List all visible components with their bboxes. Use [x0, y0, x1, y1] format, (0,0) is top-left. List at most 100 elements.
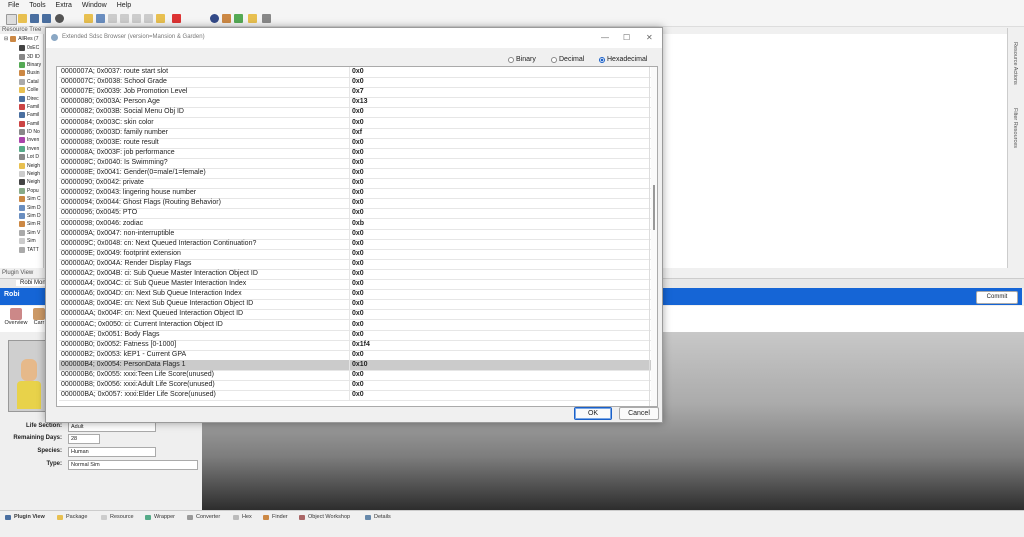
field-value[interactable]: 0x13	[352, 97, 368, 107]
tree-item[interactable]: Famil	[0, 103, 43, 111]
field-value[interactable]: 0xb	[352, 219, 364, 229]
field-value[interactable]: 0x10	[352, 360, 368, 370]
globe-icon[interactable]	[210, 14, 219, 23]
field-value[interactable]: 0x0	[352, 229, 364, 239]
ok-button[interactable]: OK	[574, 407, 612, 420]
minimize-icon[interactable]: —	[601, 33, 609, 42]
close-icon[interactable]: ✕	[646, 33, 653, 42]
field-value[interactable]: 0x7	[352, 87, 364, 97]
tree-item[interactable]: Sim C	[0, 195, 43, 203]
tree-item[interactable]: 3D ID	[0, 52, 43, 60]
tree-item[interactable]: Sim	[0, 237, 43, 245]
field-value[interactable]: 0x1f4	[352, 340, 370, 350]
field-value[interactable]: 0x0	[352, 239, 364, 249]
delete-icon[interactable]	[172, 14, 181, 23]
menu-file[interactable]: File	[8, 0, 19, 12]
hex-icon[interactable]	[262, 14, 271, 23]
tab-resource-actions[interactable]: Resource Actions	[1012, 42, 1018, 85]
field-value[interactable]: 0x0	[352, 77, 364, 87]
menu-extra[interactable]: Extra	[56, 0, 72, 12]
field-value[interactable]: 0x0	[352, 279, 364, 289]
menu-window[interactable]: Window	[82, 0, 107, 12]
cancel-button[interactable]: Cancel	[619, 407, 659, 420]
tree-item[interactable]: Famil	[0, 120, 43, 128]
tree-item[interactable]: TATT	[0, 245, 43, 253]
field-value[interactable]: 0x0	[352, 330, 364, 340]
tree-item[interactable]: Sim V	[0, 229, 43, 237]
field-value[interactable]: 0x0	[352, 350, 364, 360]
career-button[interactable]: Carr	[32, 308, 46, 330]
life-section-select[interactable]: Adult	[68, 422, 156, 432]
tab-object-workshop[interactable]: Object Workshop	[298, 513, 350, 522]
tree-item[interactable]: Popu	[0, 187, 43, 195]
tab-converter[interactable]: Converter	[186, 513, 220, 522]
field-value[interactable]: 0x0	[352, 249, 364, 259]
field-value[interactable]: 0x0	[352, 370, 364, 380]
tree-root[interactable]: ⊟ AllRes (7	[0, 34, 43, 44]
resource-tree[interactable]: ⊟ AllRes (7 0xEC 3D ID Binary Busin Catal Coll…	[0, 34, 44, 268]
tree-item[interactable]: Sim R	[0, 220, 43, 228]
tab-filter-resources[interactable]: Filter Resources	[1012, 108, 1018, 148]
tree-item[interactable]: Colle	[0, 86, 43, 94]
field-value[interactable]: 0x0	[352, 138, 364, 148]
field-value[interactable]: 0x0	[352, 390, 364, 400]
field-value[interactable]: 0x0	[352, 299, 364, 309]
open-icon[interactable]	[18, 14, 27, 23]
maximize-icon[interactable]: ☐	[623, 33, 630, 42]
tree-item[interactable]: Neigh	[0, 178, 43, 186]
duplicate-icon[interactable]	[132, 14, 141, 23]
table-row[interactable]: 000000BA; 0x0057: xxxi:Elder Life Score(…	[59, 390, 656, 402]
field-value[interactable]: 0x0	[352, 208, 364, 218]
new-icon[interactable]	[6, 14, 17, 25]
replace-icon[interactable]	[144, 14, 153, 23]
finder-icon[interactable]	[234, 14, 243, 23]
tree-item[interactable]: 0xEC	[0, 44, 43, 52]
commit-button[interactable]: Commit	[976, 291, 1018, 304]
tree-item[interactable]: Neigh	[0, 161, 43, 169]
tree-item[interactable]: Inven	[0, 136, 43, 144]
field-value[interactable]: 0x0	[352, 198, 364, 208]
package-icon[interactable]	[96, 14, 105, 23]
field-value[interactable]: 0x0	[352, 380, 364, 390]
field-value[interactable]: 0x0	[352, 178, 364, 188]
type-select[interactable]: Normal Sim	[68, 460, 198, 470]
field-value[interactable]: 0x0	[352, 309, 364, 319]
lock-icon[interactable]	[248, 14, 257, 23]
tree-item[interactable]: Catal	[0, 78, 43, 86]
radio-binary[interactable]: Binary	[508, 56, 536, 63]
save-icon[interactable]	[30, 14, 39, 23]
field-value[interactable]: 0x0	[352, 269, 364, 279]
remaining-days-input[interactable]: 28	[68, 434, 100, 444]
menu-tools[interactable]: Tools	[29, 0, 45, 12]
field-value[interactable]: 0x0	[352, 67, 364, 77]
tree-item[interactable]: Direc	[0, 94, 43, 102]
tree-item[interactable]: Sim D	[0, 203, 43, 211]
tree-item[interactable]: Neigh	[0, 170, 43, 178]
vertical-scrollbar[interactable]	[651, 67, 657, 406]
close-icon[interactable]	[55, 14, 64, 23]
tools-icon[interactable]	[222, 14, 231, 23]
paste-icon[interactable]	[120, 14, 129, 23]
field-value[interactable]: 0x0	[352, 188, 364, 198]
field-value[interactable]: 0x0	[352, 118, 364, 128]
overview-button[interactable]: Overview	[4, 308, 28, 330]
export-icon[interactable]	[156, 14, 165, 23]
tree-item[interactable]: Binary	[0, 61, 43, 69]
tab-finder[interactable]: Finder	[262, 513, 288, 522]
tab-wrapper[interactable]: Wrapper	[144, 513, 175, 522]
tab-package[interactable]: Package	[56, 513, 87, 522]
field-value[interactable]: 0x0	[352, 158, 364, 168]
field-value[interactable]: 0x0	[352, 259, 364, 269]
resource-list-area[interactable]	[662, 34, 1007, 268]
tree-item[interactable]: Sim D	[0, 212, 43, 220]
radio-decimal[interactable]: Decimal	[551, 56, 584, 63]
species-select[interactable]: Human	[68, 447, 156, 457]
tree-item[interactable]: ID No	[0, 128, 43, 136]
folder-icon[interactable]	[84, 14, 93, 23]
save-as-icon[interactable]	[42, 14, 51, 23]
tree-item[interactable]: Inven	[0, 145, 43, 153]
tab-details[interactable]: Details	[364, 513, 391, 522]
field-value[interactable]: 0x0	[352, 289, 364, 299]
field-value[interactable]: 0x0	[352, 320, 364, 330]
field-value[interactable]: 0xf	[352, 128, 362, 138]
